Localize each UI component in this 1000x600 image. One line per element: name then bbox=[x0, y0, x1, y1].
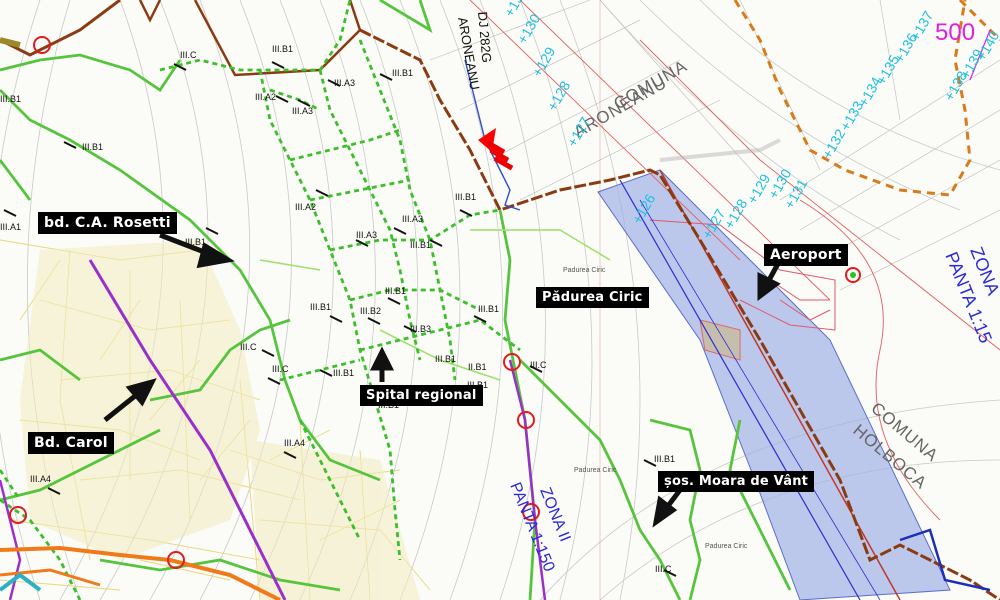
svg-text:III.A3: III.A3 bbox=[356, 230, 377, 240]
callout-rosetti[interactable]: bd. C.A. Rosetti bbox=[38, 212, 177, 234]
svg-text:III.B1: III.B1 bbox=[272, 44, 293, 54]
svg-text:III.B1: III.B1 bbox=[0, 94, 21, 104]
callout-aeroport[interactable]: Aeroport bbox=[764, 244, 848, 266]
svg-text:III.A4: III.A4 bbox=[284, 438, 305, 448]
svg-text:III.B1: III.B1 bbox=[478, 304, 499, 314]
elevation-labels: +131 +130 +129 +128 +127 +126 +132 +133 … bbox=[501, 0, 1000, 242]
svg-text:III.C: III.C bbox=[655, 564, 672, 574]
callout-spital[interactable]: Spital regional bbox=[360, 385, 483, 406]
svg-text:III.C: III.C bbox=[272, 364, 289, 374]
callout-padurea[interactable]: Pădurea Ciric bbox=[536, 287, 649, 308]
svg-text:+128: +128 bbox=[544, 78, 574, 113]
map-view[interactable]: COMUNA ARONEANU COMUNA HOLBOCA ZONA II P… bbox=[0, 0, 1000, 600]
callout-carol[interactable]: Bd. Carol bbox=[28, 432, 114, 454]
svg-text:III.B1: III.B1 bbox=[333, 368, 354, 378]
svg-text:II.B1: II.B1 bbox=[468, 362, 487, 372]
svg-text:III.B1: III.B1 bbox=[435, 354, 456, 364]
svg-text:III.B1: III.B1 bbox=[82, 142, 103, 152]
padurea-small-2: Padurea Ciric bbox=[574, 467, 617, 474]
map-labels: COMUNA ARONEANU COMUNA HOLBOCA ZONA II P… bbox=[0, 0, 1000, 574]
svg-text:III.A3: III.A3 bbox=[402, 214, 423, 224]
svg-text:III.A3: III.A3 bbox=[334, 78, 355, 88]
svg-text:+129: +129 bbox=[529, 44, 559, 79]
svg-text:III.C: III.C bbox=[530, 360, 547, 370]
svg-text:III.B2: III.B2 bbox=[360, 306, 381, 316]
svg-text:III.B1: III.B1 bbox=[410, 240, 431, 250]
magenta-number: 500 bbox=[935, 19, 975, 46]
svg-text:III.A2: III.A2 bbox=[295, 202, 316, 212]
svg-text:III.C: III.C bbox=[180, 50, 197, 60]
callout-moara[interactable]: șos. Moara de Vânt bbox=[658, 471, 815, 492]
svg-text:+130: +130 bbox=[514, 11, 544, 46]
svg-text:III.B1: III.B1 bbox=[455, 192, 476, 202]
svg-text:III.B1: III.B1 bbox=[310, 302, 331, 312]
svg-text:III.A4: III.A4 bbox=[30, 474, 51, 484]
svg-text:III.B1: III.B1 bbox=[385, 286, 406, 296]
dj-label: DJ 282G bbox=[475, 11, 494, 63]
svg-text:+132: +132 bbox=[819, 126, 849, 161]
svg-text:+126: +126 bbox=[629, 191, 659, 226]
svg-text:III.C: III.C bbox=[240, 342, 257, 352]
svg-text:III.A1: III.A1 bbox=[0, 222, 21, 232]
svg-text:+137: +137 bbox=[907, 8, 937, 43]
svg-text:III.A3: III.A3 bbox=[292, 106, 313, 116]
padurea-small-3: Padurea Ciric bbox=[705, 543, 748, 550]
svg-text:+140: +140 bbox=[973, 28, 1000, 63]
padurea-small-1: Padurea Ciric bbox=[563, 267, 606, 274]
svg-text:III.A2: III.A2 bbox=[255, 92, 276, 102]
svg-text:III.B1: III.B1 bbox=[654, 454, 675, 464]
svg-text:III.B1: III.B1 bbox=[392, 68, 413, 78]
svg-text:III.B3: III.B3 bbox=[410, 324, 431, 334]
